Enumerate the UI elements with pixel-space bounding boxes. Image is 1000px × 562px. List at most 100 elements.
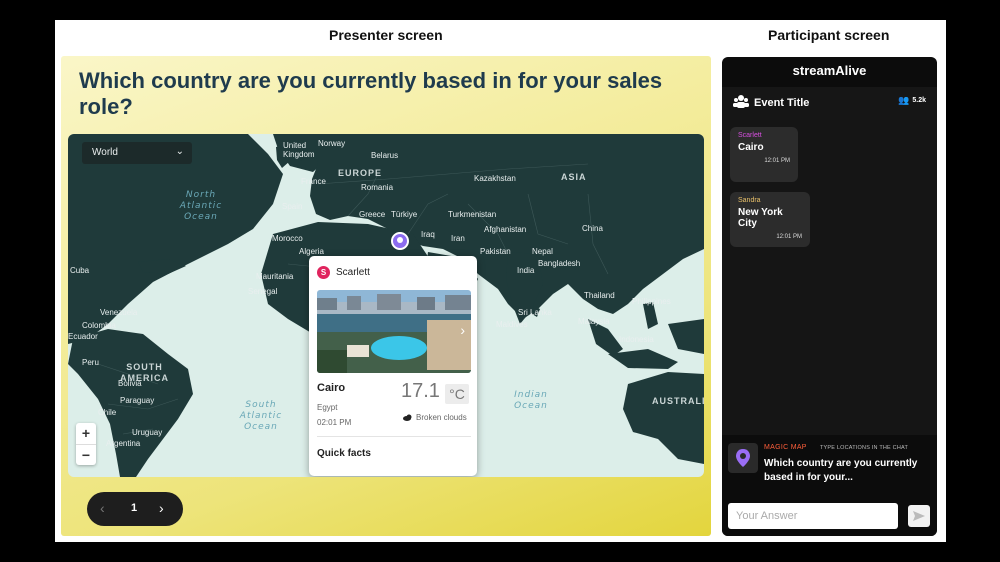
country-label: Ecuador (68, 332, 98, 341)
country-label: Senegal (248, 287, 278, 296)
country-label: Cuba (70, 266, 90, 275)
country-label: India (517, 266, 535, 275)
cloud-icon (403, 414, 412, 421)
slide-pager: ‹ 1 › (87, 492, 183, 526)
magic-map-hint: TYPE LOCATIONS IN THE CHAT (820, 445, 909, 451)
popup-user: S Scarlett (317, 266, 370, 279)
divider (317, 436, 471, 437)
country-label: Maldives (496, 320, 528, 329)
country-label: Norway (318, 139, 346, 148)
participant-screen-title: Participant screen (768, 27, 890, 43)
popup-temperature: 17.1 (401, 380, 440, 402)
send-button[interactable] (908, 505, 930, 527)
country-label: Turkmenistan (448, 210, 497, 219)
country-label: Afghanistan (484, 225, 527, 234)
country-label: Paraguay (120, 396, 155, 405)
zoom-out-button[interactable]: − (76, 444, 96, 465)
country-label: Sri Lanka (518, 308, 552, 317)
country-label: Greece (359, 210, 386, 219)
zoom-in-button[interactable]: + (76, 423, 96, 444)
chat-feed[interactable]: Scarlett Cairo 12:01 PM Sandra New York … (722, 120, 937, 435)
country-label: Nepal (532, 247, 553, 256)
country-label: China (582, 224, 603, 233)
country-label: Bolivia (118, 379, 142, 388)
country-label: Iraq (421, 230, 435, 239)
world-map[interactable]: World ⌄ North Atlantic Ocean South Atlantic… (68, 134, 704, 477)
country-label: Mauritania (256, 272, 294, 281)
map-region-select[interactable]: World ⌄ (82, 142, 192, 164)
country-label: Morocco (272, 234, 303, 243)
popup-city: Cairo (317, 382, 346, 394)
chat-time: 12:01 PM (764, 158, 790, 164)
country-label: Philippines (632, 297, 671, 306)
region-label-europe: EUROPE (338, 168, 383, 178)
country-label: Belarus (371, 151, 399, 160)
temperature-unit-toggle[interactable]: °C (445, 384, 469, 404)
city-photo-image (317, 290, 471, 373)
country-label: Spain (282, 202, 303, 211)
country-label: Argentina (106, 439, 141, 448)
country-label: Thailand (584, 291, 615, 300)
previous-slide-button[interactable]: ‹ (100, 500, 105, 516)
country-label: Bangladesh (538, 259, 581, 268)
viewer-count-value: 5.2k (912, 97, 926, 104)
chat-sender: Scarlett (738, 132, 762, 139)
streamalive-logo: streamAlive (792, 63, 867, 78)
country-label: Chile (98, 408, 117, 417)
magic-map-panel: MAGIC MAP TYPE LOCATIONS IN THE CHAT Whi… (722, 435, 937, 536)
popup-weather: Broken clouds (403, 413, 467, 422)
answer-input[interactable] (728, 503, 898, 529)
chat-text: Cairo (738, 142, 764, 153)
country-label: Iran (451, 234, 465, 243)
country-label: Colombia (82, 321, 116, 330)
group-icon (733, 95, 749, 108)
avatar: S (317, 266, 330, 279)
country-label: Pakistan (480, 247, 511, 256)
country-label: Kazakhstan (474, 174, 516, 183)
region-label-asia: ASIA (561, 172, 587, 182)
users-icon: 👥 (898, 95, 910, 105)
map-region-select-value: World (92, 147, 118, 158)
slide-question: Which country are you currently based in… (79, 68, 663, 119)
participant-phone: streamAlive Event Title 👥 5.2k Scarlett … (722, 57, 937, 536)
country-label: Peru (82, 358, 99, 367)
country-label: Venezuela (100, 308, 138, 317)
magic-map-label: MAGIC MAP (764, 444, 807, 451)
chat-message: Scarlett Cairo 12:01 PM (730, 127, 798, 182)
ocean-label-indian: Indian Ocean (514, 390, 548, 411)
canvas: Presenter screen Participant screen Whic… (0, 0, 1000, 562)
quick-facts-heading[interactable]: Quick facts (317, 448, 371, 459)
location-photo[interactable]: › (317, 290, 471, 373)
region-label-australia: AUSTRALIA (652, 396, 704, 406)
map-zoom-control: + − (76, 423, 96, 465)
country-label: Romania (361, 183, 394, 192)
chat-sender: Sandra (738, 197, 761, 204)
country-label: Indonesia (619, 335, 654, 344)
location-pin-icon (728, 443, 758, 473)
chevron-right-icon[interactable]: › (460, 322, 465, 338)
country-label: Malaysia (578, 317, 610, 326)
popup-local-time: 02:01 PM (317, 418, 352, 427)
send-icon (913, 511, 925, 521)
slide-number: 1 (131, 502, 138, 514)
presenter-slide: Which country are you currently based in… (61, 56, 711, 536)
country-label: Türkiye (391, 210, 418, 219)
country-label: France (301, 177, 326, 186)
presenter-screen-title: Presenter screen (329, 27, 443, 43)
chat-message: Sandra New York City 12:01 PM (730, 192, 810, 247)
popup-weather-text: Broken clouds (416, 413, 467, 422)
location-pin-marker[interactable] (391, 232, 409, 250)
popup-country: Egypt (317, 403, 338, 412)
location-popup-card: S Scarlett › Cairo Egypt 02:01 PM 17.1 °… (309, 256, 477, 476)
popup-user-name: Scarlett (336, 267, 370, 278)
event-title: Event Title (754, 97, 810, 109)
chat-time: 12:01 PM (776, 234, 802, 240)
ocean-label-south-atlantic: South Atlantic Ocean (239, 400, 283, 432)
country-label: Uruguay (132, 428, 163, 437)
chat-text: New York City (738, 207, 783, 229)
chevron-down-icon: ⌄ (175, 146, 184, 157)
next-slide-button[interactable]: › (159, 500, 164, 516)
country-label: Algeria (299, 247, 324, 256)
event-header: Event Title 👥 5.2k (722, 87, 937, 120)
country-label: United Kingdom (283, 141, 315, 159)
